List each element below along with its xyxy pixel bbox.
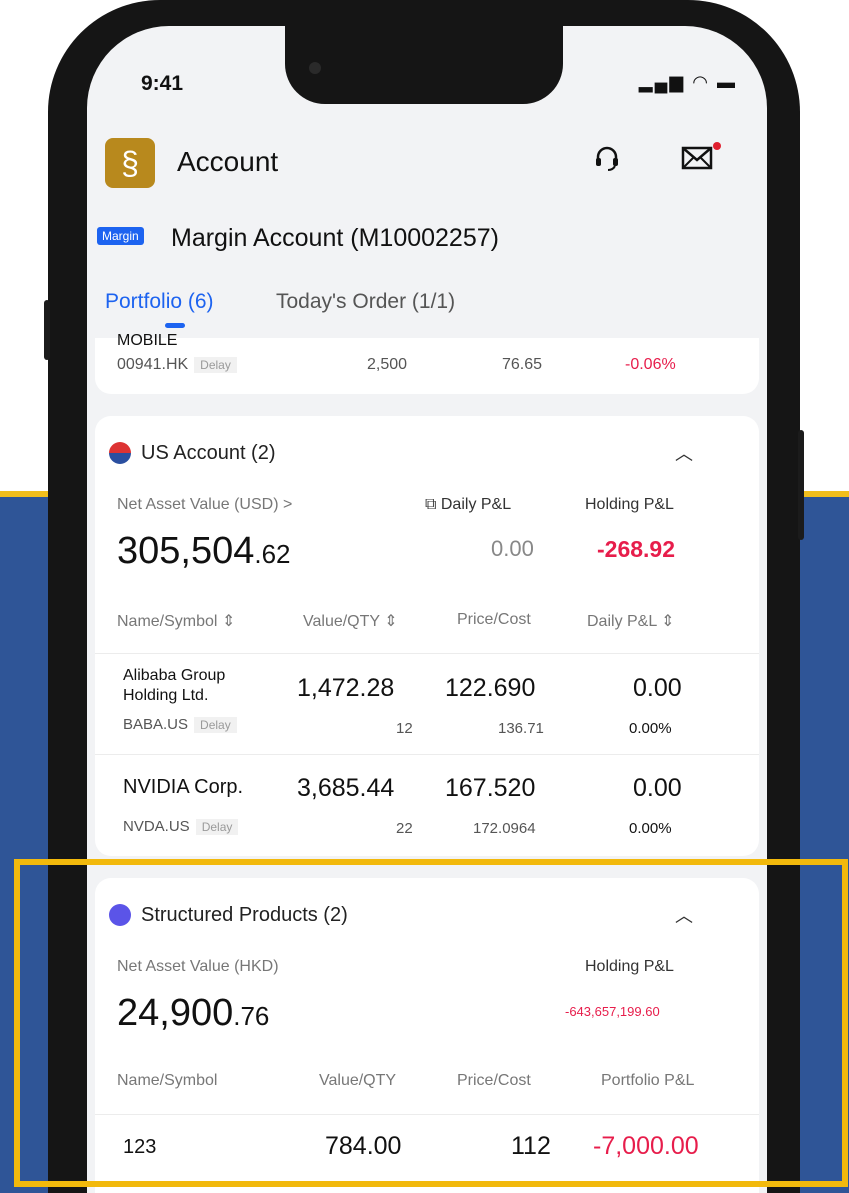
account-name[interactable]: Margin Account (M10002257) [171, 224, 499, 253]
divider [95, 653, 759, 654]
stock-pct: -0.06% [625, 356, 676, 373]
signal-icon: ▂▄▆ [638, 72, 686, 92]
stock-cost: 136.71 [498, 720, 544, 737]
delay-badge: Delay [194, 357, 237, 373]
stock-symbol: BABA.US Delay [123, 716, 237, 733]
stock-qty: 2,500 [367, 356, 408, 373]
camera-dot [309, 62, 321, 74]
active-tab-indicator [165, 323, 185, 328]
tab-portfolio[interactable]: Portfolio (6) [105, 290, 214, 314]
delay-badge: Delay [194, 717, 237, 733]
col-name-symbol[interactable]: Name/Symbol ⇕ [117, 611, 235, 631]
mail-icon[interactable] [681, 144, 713, 179]
stock-symbol: 00941.HK Delay [117, 356, 237, 374]
notification-dot [713, 142, 721, 150]
divider [95, 754, 759, 755]
sort-icon: ⇕ [384, 613, 398, 630]
holding-pl-label: Holding P&L [585, 496, 674, 513]
stock-name: MOBILE [117, 332, 178, 349]
stock-value: 1,472.28 [297, 674, 395, 702]
battery-icon: ▬ [717, 72, 737, 92]
account-type-badge: Margin [97, 227, 144, 245]
stock-value: 3,685.44 [297, 774, 395, 802]
stock-daily-pct: 0.00% [629, 820, 672, 837]
stock-price: 122.690 [445, 674, 536, 702]
col-value-qty[interactable]: Value/QTY ⇕ [303, 611, 398, 631]
delay-badge: Delay [195, 819, 239, 835]
wifi-icon: ◠ [692, 72, 710, 92]
stock-cost: 76.65 [502, 356, 543, 373]
phone-notch [285, 26, 563, 104]
nav-value: 305,504.62 [117, 530, 291, 572]
col-price-cost: Price/Cost [457, 611, 531, 628]
stock-qty: 22 [396, 820, 413, 837]
col-daily-pl[interactable]: Daily P&L ⇕ [587, 611, 675, 631]
daily-pl-label: ⧉ Daily P&L [425, 496, 512, 513]
stock-name[interactable]: NVIDIA Corp. [123, 776, 243, 799]
stock-price: 167.520 [445, 774, 536, 802]
stock-name[interactable]: Alibaba Group Holding Ltd. [123, 666, 225, 706]
holding-pl-value: -268.92 [597, 536, 676, 562]
daily-pl-value: 0.00 [491, 536, 534, 561]
headset-support-icon[interactable] [593, 144, 621, 179]
phone-side-button [44, 300, 50, 360]
stock-daily-pl: 0.00 [633, 674, 682, 702]
stock-daily-pct: 0.00% [629, 720, 672, 737]
tab-todays-order[interactable]: Today's Order (1/1) [276, 290, 455, 314]
stock-cost: 172.0964 [473, 820, 536, 837]
page-title: Account [177, 146, 279, 177]
sort-icon: ⇕ [221, 613, 236, 630]
nav-label[interactable]: Net Asset Value (USD) > [117, 496, 292, 514]
highlight-frame [14, 859, 848, 1187]
status-icons: ▂▄▆ ◠ ▬ [639, 72, 737, 93]
stock-daily-pl: 0.00 [633, 774, 682, 802]
app-logo-icon: § [105, 138, 155, 188]
collapse-chevron-icon[interactable]: ︿ [675, 440, 693, 466]
us-flag-icon [109, 442, 131, 464]
sort-icon: ⇕ [661, 613, 675, 630]
stock-symbol: NVDA.US Delay [123, 818, 239, 835]
us-account-title: US Account (2) [141, 442, 276, 464]
external-link-icon: ⧉ [425, 496, 441, 513]
phone-side-button [798, 430, 804, 540]
stock-qty: 12 [396, 720, 413, 737]
status-time: 9:41 [141, 72, 184, 95]
